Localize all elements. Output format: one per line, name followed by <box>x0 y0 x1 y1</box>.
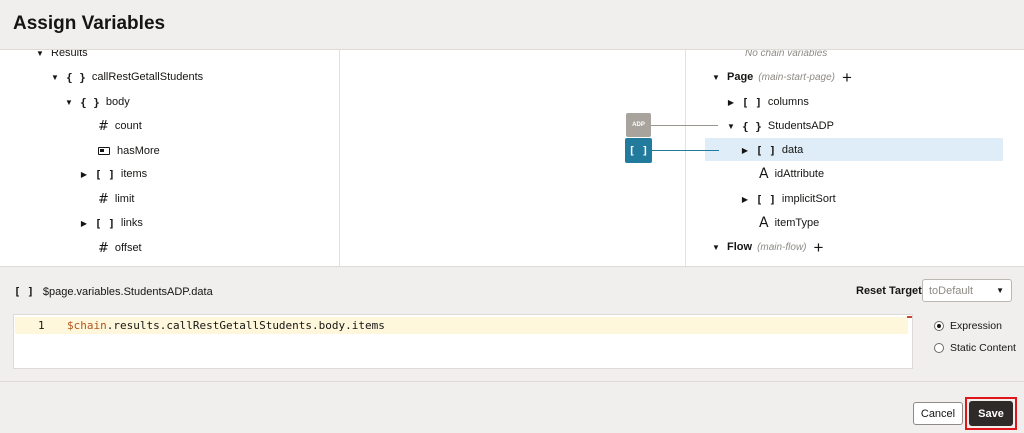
chevron-down-icon: ▼ <box>996 286 1004 295</box>
tree-node-label: limit <box>114 193 135 205</box>
tree-node-label: offset <box>114 242 142 254</box>
target-path-text: $page.variables.StudentsADP.data <box>42 285 213 298</box>
array-icon: [ ] <box>95 167 115 181</box>
tree-node-page[interactable]: ▼ Page (main-start-page) + <box>711 67 852 87</box>
tree-node-implicit-sort[interactable]: ▶ [ ] implicitSort <box>740 189 836 209</box>
save-button[interactable]: Save <box>969 401 1013 426</box>
tree-node-label: data <box>781 144 804 156</box>
adp-badge[interactable]: ADP <box>626 113 651 137</box>
number-icon: # <box>98 191 109 207</box>
string-icon: A <box>759 166 769 182</box>
cancel-button[interactable]: Cancel <box>913 402 963 425</box>
tree-node-label: links <box>120 217 143 229</box>
array-icon: [ ] <box>742 95 762 109</box>
tree-node-sublabel: (main-flow) <box>757 241 807 253</box>
dialog-title: Assign Variables <box>13 13 166 34</box>
tree-node-limit[interactable]: # limit <box>98 189 134 209</box>
dialog-footer <box>0 381 1024 433</box>
code-variable: $chain <box>67 319 107 332</box>
tree-node-label: items <box>120 168 148 180</box>
boolean-icon <box>98 147 110 155</box>
caret-down-icon[interactable]: ▼ <box>711 243 721 252</box>
tree-node-body[interactable]: ▼ { } body <box>64 92 130 112</box>
reset-target-label: Reset Target <box>856 285 922 297</box>
object-icon: { } <box>80 95 100 109</box>
caret-down-icon[interactable]: ▼ <box>726 122 736 131</box>
caret-down-icon[interactable]: ▼ <box>64 98 74 107</box>
expression-editor[interactable]: 1 $chain.results.callRestGetallStudents.… <box>13 314 913 369</box>
tree-node-count[interactable]: # count <box>98 116 142 136</box>
line-number: 1 <box>38 319 45 332</box>
tree-node-flow[interactable]: ▼ Flow (main-flow) + <box>711 237 823 257</box>
column-divider <box>339 50 340 266</box>
radio-expression[interactable]: Expression <box>934 320 1002 332</box>
tree-node-items[interactable]: ▶ [ ] items <box>79 164 147 184</box>
caret-right-icon[interactable]: ▶ <box>740 195 750 204</box>
caret-right-icon[interactable]: ▶ <box>79 170 89 179</box>
tree-node-label: columns <box>767 96 809 108</box>
mapping-area: ▼ Results ▼ { } callRestGetallStudents ▼… <box>0 50 1024 267</box>
tree-node-id-attribute[interactable]: A idAttribute <box>759 164 824 184</box>
tree-node-has-more[interactable]: hasMore <box>98 141 160 161</box>
tree-node-label: Page <box>727 71 754 83</box>
caret-right-icon[interactable]: ▶ <box>79 219 89 228</box>
tree-node-label: Flow <box>727 241 753 253</box>
tree-node-label: idAttribute <box>774 168 825 180</box>
radio-static-content[interactable]: Static Content <box>934 342 1016 354</box>
caret-right-icon[interactable]: ▶ <box>726 98 736 107</box>
string-icon: A <box>759 215 769 231</box>
number-icon: # <box>98 118 109 134</box>
tree-node-item-type[interactable]: A itemType <box>759 213 819 233</box>
dialog-header: Assign Variables <box>0 0 1024 50</box>
tree-node-label: implicitSort <box>781 193 836 205</box>
array-icon: [ ] <box>756 143 776 157</box>
tree-node-links[interactable]: ▶ [ ] links <box>79 213 143 233</box>
code-line[interactable]: $chain.results.callRestGetallStudents.bo… <box>67 319 385 332</box>
radio-button[interactable] <box>934 343 944 353</box>
code-path: .results.callRestGetallStudents.body.ite… <box>106 319 385 332</box>
tree-node-label: hasMore <box>117 145 160 157</box>
tree-node-results[interactable]: ▼ Results <box>35 50 88 63</box>
no-chain-variables: No chain variables <box>745 50 827 63</box>
column-divider <box>685 50 686 266</box>
no-chain-label: No chain variables <box>745 50 828 59</box>
array-icon: [ ] <box>14 285 34 298</box>
object-icon: { } <box>742 119 762 133</box>
tree-node-label: callRestGetallStudents <box>91 71 204 83</box>
add-icon[interactable]: + <box>842 69 852 86</box>
reset-target-value: toDefault <box>929 284 974 297</box>
mapping-line <box>651 125 718 126</box>
tree-node-label: count <box>114 120 142 132</box>
target-path: [ ] $page.variables.StudentsADP.data <box>14 285 213 298</box>
array-badge[interactable]: [ ] <box>625 138 652 163</box>
editor-marker <box>907 316 912 318</box>
mapping-line-active <box>652 150 719 151</box>
tree-node-students-adp[interactable]: ▼ { } StudentsADP <box>726 116 834 136</box>
number-icon: # <box>98 240 109 256</box>
add-icon[interactable]: + <box>814 239 824 256</box>
tree-node-offset[interactable]: # offset <box>98 238 142 258</box>
tree-node-data[interactable]: ▶ [ ] data <box>740 140 803 160</box>
caret-right-icon[interactable]: ▶ <box>740 146 750 155</box>
caret-down-icon[interactable]: ▼ <box>711 73 721 82</box>
tree-node-label: body <box>105 96 130 108</box>
radio-label: Static Content <box>950 342 1016 354</box>
caret-down-icon[interactable]: ▼ <box>50 73 60 82</box>
tree-node-sublabel: (main-start-page) <box>758 71 835 83</box>
tree-node-label: StudentsADP <box>767 120 834 132</box>
tree-node-label: Results <box>51 50 88 59</box>
radio-label: Expression <box>950 320 1002 332</box>
array-icon: [ ] <box>756 192 776 206</box>
reset-target-select[interactable]: toDefault ▼ <box>922 279 1012 302</box>
tree-node-label: itemType <box>774 217 820 229</box>
tree-node-columns[interactable]: ▶ [ ] columns <box>726 92 809 112</box>
tree-node-call-rest[interactable]: ▼ { } callRestGetallStudents <box>50 67 203 87</box>
radio-button-selected[interactable] <box>934 321 944 331</box>
caret-down-icon[interactable]: ▼ <box>35 50 45 58</box>
object-icon: { } <box>66 70 86 84</box>
array-icon: [ ] <box>95 216 115 230</box>
